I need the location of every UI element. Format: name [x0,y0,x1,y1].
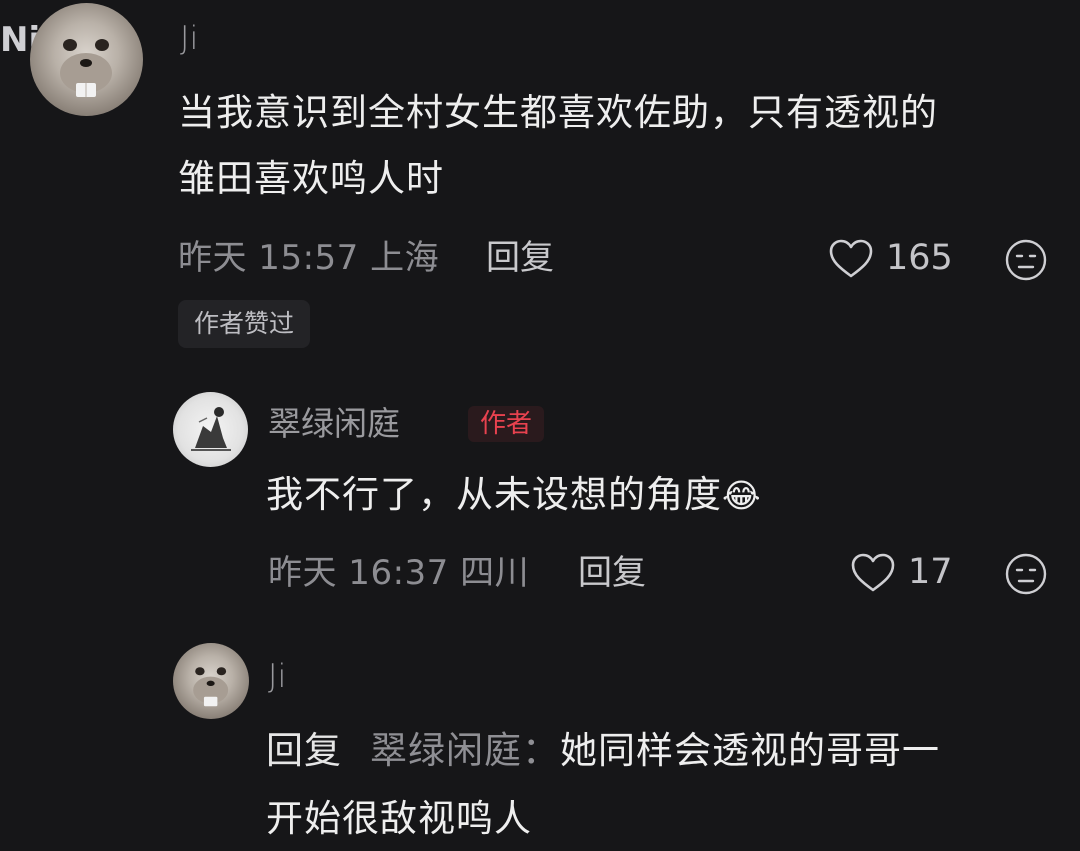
heart-outline-icon [851,553,895,592]
reply-button[interactable]: 回复 [578,553,646,593]
seal-avatar-illustration [193,667,229,707]
comment-username[interactable]: Ji [180,18,198,58]
comment-username[interactable]: 翠绿闲庭 [268,402,400,446]
sketch-avatar-illustration [191,407,231,451]
like-button[interactable]: 17 [850,550,960,596]
sad-face-icon [1005,239,1047,281]
comment-username[interactable]: Ji [268,656,286,696]
like-button[interactable]: 165 [828,236,958,282]
comment-text-content: 她同样会透视的哥哥一 [560,729,940,772]
avatar[interactable] [173,643,249,719]
reply-button[interactable]: 回复 [486,238,554,278]
comment-timestamp: 昨天 16:37 四川 [268,553,530,593]
reply-target-user[interactable]: 翠绿闲庭： [370,729,560,772]
author-liked-tag: 作者赞过 [178,300,311,348]
sad-face-icon [1005,553,1047,595]
dislike-button[interactable] [1004,552,1048,596]
seal-avatar-illustration [60,39,112,97]
comment-timestamp: 昨天 15:57 上海 [178,238,440,278]
comment-text-line-1: 当我意识到全村女生都喜欢佐助，只有透视的 [178,91,938,134]
avatar[interactable] [30,3,143,116]
reply-prefix: 回复 [266,729,342,772]
comment-text-line-1: 回复 翠绿闲庭：她同样会透视的哥哥一 [266,724,940,777]
comment-text-line-2: 雏田喜欢鸣人时 [178,157,444,200]
heart-outline-icon [829,239,873,278]
comment-text: 我不行了，从未设想的角度😂 [266,468,762,522]
comment-text-line-2: 开始很敌视鸣人 [266,797,532,840]
like-count: 17 [908,552,953,592]
comment-text-content: 我不行了，从未设想的角度 [266,473,722,516]
avatar[interactable] [173,392,248,467]
laughing-crying-emoji-icon: 😂 [722,476,762,515]
like-count: 165 [886,238,953,278]
dislike-button[interactable] [1004,238,1048,282]
author-badge: 作者 [468,406,545,442]
